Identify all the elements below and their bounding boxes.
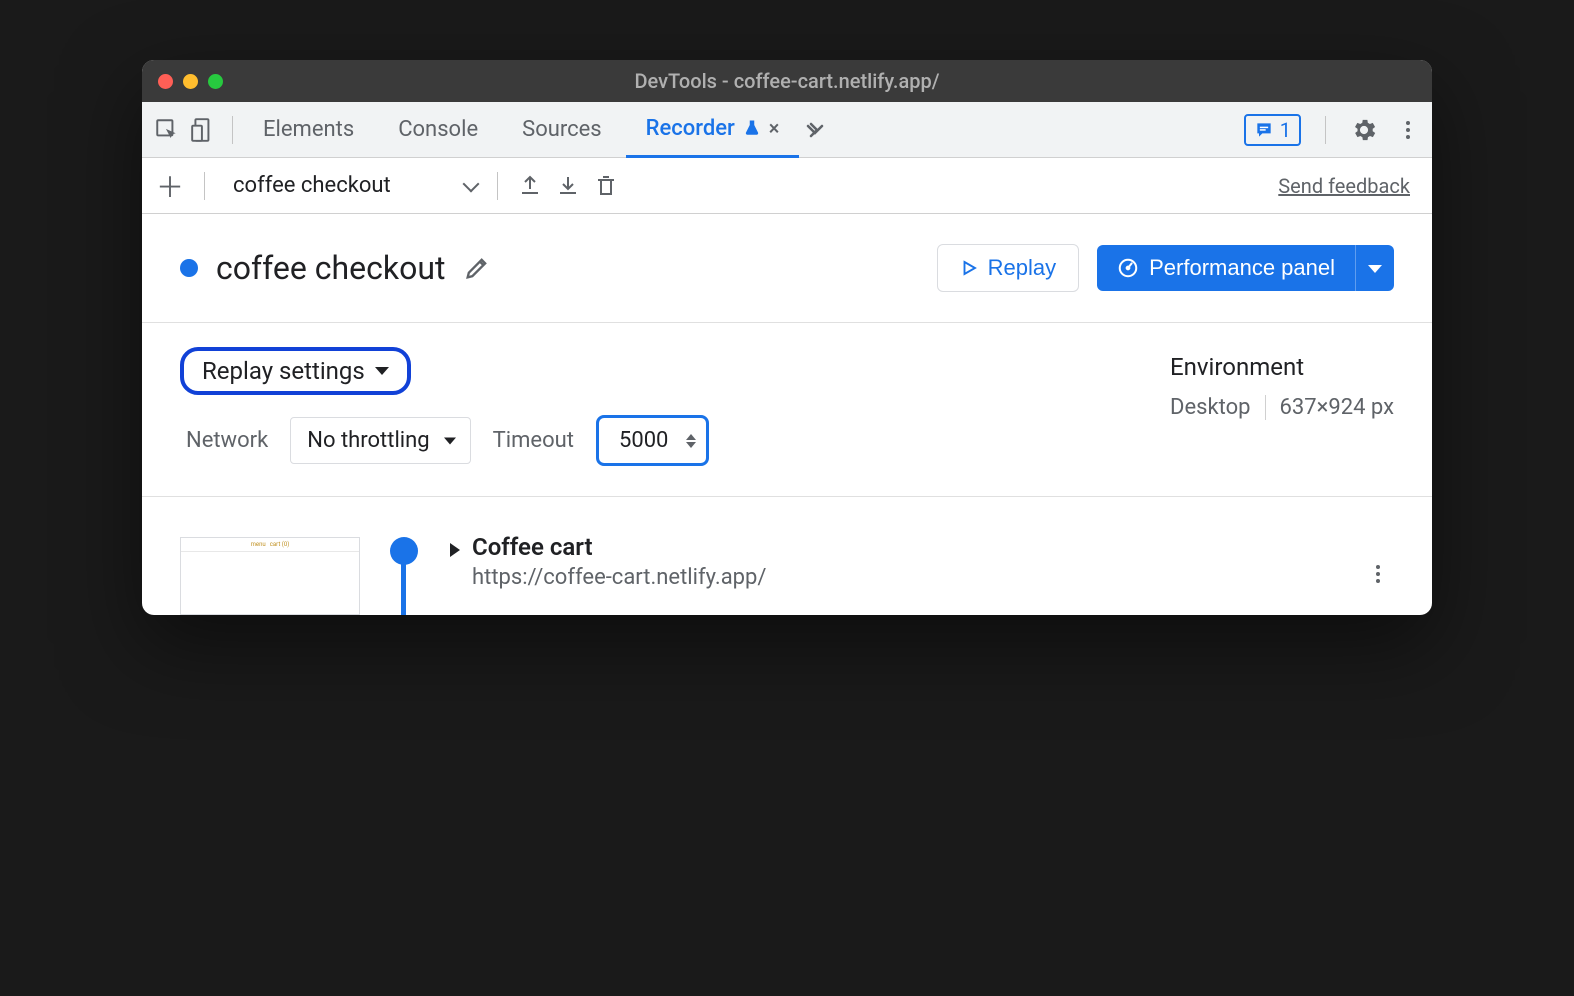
- kebab-menu-icon: [1366, 562, 1390, 586]
- step-thumbnail: menucart (0): [180, 537, 360, 615]
- inspect-icon[interactable]: [154, 117, 180, 143]
- flask-icon: [743, 119, 761, 137]
- export-icon[interactable]: [518, 174, 542, 198]
- window-title: DevTools - coffee-cart.netlify.app/: [634, 69, 939, 93]
- timeout-label: Timeout: [493, 428, 574, 453]
- edit-icon[interactable]: [463, 254, 491, 282]
- recording-selector[interactable]: coffee checkout: [233, 173, 391, 198]
- step-more-button[interactable]: [1362, 558, 1394, 594]
- timeline: [390, 537, 420, 615]
- replay-settings-label: Replay settings: [202, 357, 365, 385]
- chevron-down-icon[interactable]: [462, 175, 479, 192]
- devtools-tabbar: Elements Console Sources Recorder × 1: [142, 102, 1432, 158]
- step-url: https://coffee-cart.netlify.app/: [472, 565, 766, 590]
- record-indicator-icon: [180, 259, 198, 277]
- maximize-window-button[interactable]: [208, 74, 223, 89]
- gear-icon[interactable]: [1350, 116, 1378, 144]
- performance-button-group: Performance panel: [1097, 245, 1394, 291]
- gauge-icon: [1117, 257, 1139, 279]
- issues-badge[interactable]: 1: [1244, 114, 1301, 146]
- network-throttling-value: No throttling: [307, 428, 429, 453]
- kebab-menu-icon[interactable]: [1396, 118, 1420, 142]
- divider: [1325, 116, 1326, 144]
- tab-recorder-label: Recorder: [646, 116, 735, 141]
- timeout-value: 5000: [619, 428, 668, 453]
- divider: [204, 172, 205, 200]
- expand-step-icon[interactable]: [450, 543, 460, 557]
- tab-recorder[interactable]: Recorder ×: [626, 102, 800, 158]
- tab-elements[interactable]: Elements: [243, 102, 374, 158]
- issues-count: 1: [1280, 118, 1291, 142]
- window-controls: [158, 74, 223, 89]
- devtools-window: DevTools - coffee-cart.netlify.app/ Elem…: [142, 60, 1432, 615]
- close-tab-icon[interactable]: ×: [769, 116, 780, 140]
- caret-down-icon: [375, 367, 389, 375]
- steps-list: menucart (0) Coffee cart https://coffee-…: [142, 497, 1432, 615]
- recorder-toolbar: ＋ coffee checkout Send feedback: [142, 158, 1432, 214]
- tab-console[interactable]: Console: [378, 102, 498, 158]
- performance-dropdown-button[interactable]: [1355, 245, 1394, 291]
- titlebar: DevTools - coffee-cart.netlify.app/: [142, 60, 1432, 102]
- divider: [232, 116, 233, 144]
- caret-down-icon: [1368, 265, 1382, 273]
- step-title: Coffee cart: [472, 533, 766, 561]
- tab-sources[interactable]: Sources: [502, 102, 622, 158]
- recording-header: coffee checkout Replay Performance panel: [142, 214, 1432, 323]
- minimize-window-button[interactable]: [183, 74, 198, 89]
- close-window-button[interactable]: [158, 74, 173, 89]
- replay-settings-button[interactable]: Replay settings: [180, 347, 411, 395]
- stepper-icon[interactable]: [686, 434, 696, 448]
- performance-panel-button[interactable]: Performance panel: [1097, 245, 1355, 291]
- settings-row: Replay settings Network No throttling Ti…: [142, 323, 1432, 497]
- performance-panel-label: Performance panel: [1149, 255, 1335, 281]
- timeout-input[interactable]: 5000: [596, 415, 709, 466]
- play-icon: [960, 259, 978, 277]
- divider: [497, 172, 498, 200]
- environment-device: Desktop: [1170, 395, 1266, 420]
- new-recording-button[interactable]: ＋: [156, 166, 184, 206]
- network-label: Network: [186, 428, 268, 453]
- import-icon[interactable]: [556, 174, 580, 198]
- environment-dimensions: 637×924 px: [1280, 395, 1395, 420]
- replay-button-label: Replay: [988, 255, 1056, 281]
- environment-heading: Environment: [1170, 353, 1394, 381]
- network-throttling-select[interactable]: No throttling: [290, 417, 470, 464]
- thumbnail-header: menucart (0): [181, 538, 359, 552]
- delete-icon[interactable]: [594, 174, 618, 198]
- message-icon: [1254, 120, 1274, 140]
- more-tabs-icon[interactable]: [803, 118, 827, 142]
- send-feedback-link[interactable]: Send feedback: [1278, 174, 1410, 198]
- timeline-dot-icon: [390, 537, 418, 565]
- device-toggle-icon[interactable]: [190, 117, 216, 143]
- replay-button[interactable]: Replay: [937, 244, 1079, 292]
- recording-title: coffee checkout: [216, 249, 445, 287]
